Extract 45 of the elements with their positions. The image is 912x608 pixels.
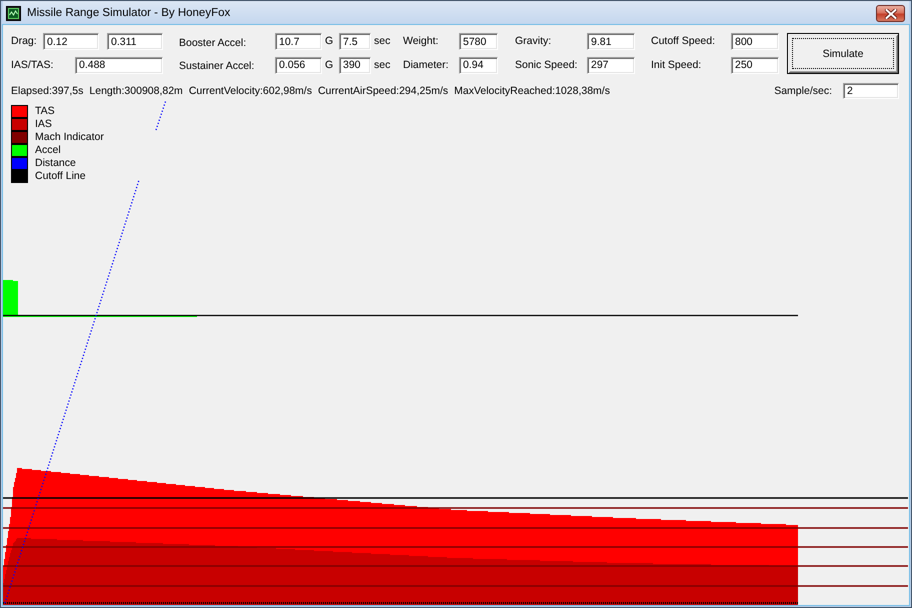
legend-label: IAS [35, 118, 52, 131]
status-text: CurrentVelocity:602,98m/s [188, 84, 312, 98]
number-field[interactable]: 2 [843, 83, 899, 99]
field-label: Gravity: [515, 35, 552, 48]
field-label: Weight: [403, 35, 440, 48]
legend-label: Distance [35, 157, 76, 170]
simulate-button[interactable]: Simulate [787, 33, 899, 74]
number-field[interactable]: 0.056 [275, 56, 322, 74]
field-label: Diameter: [403, 58, 450, 72]
status-text: MaxVelocityReached:1028,38m/s [454, 84, 610, 98]
number-field[interactable]: 9.81 [587, 33, 635, 50]
field-label: Sonic Speed: [515, 58, 578, 72]
field-label: IAS/TAS: [11, 58, 54, 72]
field-label: Cutoff Speed: [651, 35, 716, 48]
window-title: Missile Range Simulator - By HoneyFox [27, 7, 230, 19]
number-field[interactable]: 390 [339, 56, 371, 74]
field-label: Drag: [11, 35, 37, 48]
number-field[interactable]: 0.12 [43, 33, 99, 50]
status-text: CurrentAirSpeed:294,25m/s [318, 84, 448, 98]
number-field[interactable]: 0.311 [107, 33, 163, 50]
number-field[interactable]: 0.488 [75, 56, 163, 74]
field-label: Init Speed: [651, 58, 702, 72]
unit-label: sec [374, 35, 392, 48]
close-icon [884, 8, 896, 18]
number-field[interactable]: 0.94 [459, 56, 498, 74]
field-label: Sample/sec: [774, 84, 832, 98]
number-field[interactable]: 297 [587, 56, 635, 74]
number-field[interactable]: 10.7 [275, 33, 322, 50]
legend-label: TAS [35, 105, 55, 118]
legend-label: Mach Indicator [35, 131, 104, 144]
unit-label: sec [374, 58, 392, 72]
unit-label: G [325, 58, 334, 72]
number-field[interactable]: 800 [731, 33, 779, 50]
unit-label: G [325, 35, 334, 48]
number-field[interactable]: 7.5 [339, 33, 371, 50]
number-field[interactable]: 250 [731, 56, 779, 74]
field-label: Booster Accel: [179, 36, 248, 50]
status-text: Elapsed:397,5s [11, 84, 84, 98]
number-field[interactable]: 5780 [459, 33, 498, 50]
field-label: Sustainer Accel: [179, 60, 256, 73]
legend-label: Accel [35, 144, 61, 157]
graph-icon [6, 6, 21, 20]
close-button[interactable] [876, 5, 905, 22]
legend-label: Cutoff Line [35, 170, 86, 183]
status-text: Length:300908,82m [89, 84, 183, 98]
